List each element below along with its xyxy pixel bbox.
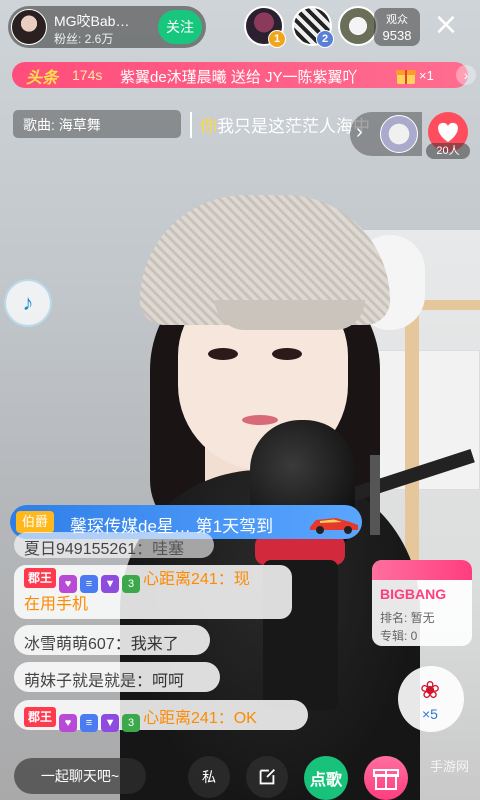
gift-sender-avatar[interactable]	[380, 115, 418, 153]
noble-tag: 郡王	[24, 707, 57, 727]
host-card[interactable]: MG咬Bab… 粉丝: 2.6万 关注	[8, 6, 206, 48]
private-message-button[interactable]: 私	[188, 756, 230, 798]
request-song-button[interactable]: 点歌	[304, 756, 348, 800]
gift-button[interactable]	[364, 756, 408, 800]
chevron-right-icon[interactable]: ›	[456, 65, 476, 85]
chat-text: 呵呵	[152, 673, 185, 690]
streamer-cap-brim	[215, 300, 365, 330]
headline-timer: 174s	[72, 67, 103, 83]
badge-icon: ▼	[101, 575, 120, 593]
chat-user: 夏日949155261	[24, 541, 137, 558]
viewer-count-label: 观众	[386, 14, 408, 26]
level-badge: 3	[122, 575, 141, 593]
gift-icon	[396, 70, 416, 84]
chat-text: 我来了	[130, 636, 179, 653]
mic-stand	[370, 455, 380, 535]
host-fans: 粉丝: 2.6万	[54, 32, 114, 46]
level-badge: 3	[122, 714, 141, 732]
share-button[interactable]	[246, 756, 288, 798]
rank-tag: 伯爵	[16, 511, 55, 533]
song-card-rank: 排名: 暂无	[380, 611, 435, 625]
viewer-count-value: 9538	[382, 28, 412, 43]
song-card-album: 专辑: 0	[380, 629, 418, 643]
watermark-text: 手游网	[430, 759, 470, 774]
chat-text: 在用手机	[24, 596, 89, 613]
chat-separator: ：	[136, 673, 153, 690]
heart-count: 20人	[426, 143, 470, 159]
badge-icon: ♥	[59, 575, 78, 593]
rose-icon: ❀	[420, 677, 441, 704]
headline-banner[interactable]: 头条 174s 紫翼de沐瑾晨曦 送给 JY一陈紫翼吖 ×1 ›	[12, 62, 476, 88]
top-viewer-avatar-2[interactable]: 2	[292, 6, 334, 48]
host-name: MG咬Bab…	[54, 13, 130, 29]
chat-message[interactable]: 夏日949155261：哇塞	[14, 532, 214, 558]
chat-message[interactable]: 萌妹子就是就是：呵呵	[14, 662, 220, 692]
rank-badge-1: 1	[268, 30, 286, 48]
chat-user: 冰雪萌萌607	[24, 636, 115, 653]
song-rank-card-header	[372, 560, 472, 580]
headline-gift-count: ×1	[419, 68, 434, 83]
music-note-icon[interactable]: ♪	[4, 279, 52, 327]
lyrics-rest: 我只是这茫茫人海中	[217, 117, 370, 136]
badge-icon: ♥	[59, 714, 78, 732]
chat-user: 心距离241	[143, 571, 218, 588]
chat-text: 现	[233, 571, 250, 588]
noble-tag: 郡王	[24, 568, 57, 588]
chat-separator: ：	[114, 636, 131, 653]
gift-box-icon	[373, 769, 399, 790]
song-rank-card[interactable]: BIGBANG 排名: 暂无 专辑: 0	[372, 560, 472, 646]
current-song[interactable]: 歌曲: 海草舞	[13, 110, 181, 138]
chat-user: 心距离241	[143, 710, 218, 727]
chat-message[interactable]: 郡王 ♥ ≡ ▼ 3 心距离241：OK	[14, 700, 308, 732]
streamer-eye-left	[208, 348, 238, 360]
chat-text: OK	[233, 710, 257, 727]
headline-message: 紫翼de沐瑾晨曦 送给 JY一陈紫翼吖	[120, 69, 358, 86]
host-avatar[interactable]	[11, 9, 47, 45]
song-card-title: BIGBANG	[380, 586, 447, 602]
recent-gift-senders[interactable]: ›	[350, 112, 422, 156]
private-message-label: 私	[202, 769, 216, 785]
sports-car-icon	[310, 518, 358, 534]
chat-input[interactable]: 一起聊天吧~	[14, 758, 146, 794]
bottom-toolbar: 一起聊天吧~ 私 点歌	[0, 748, 480, 800]
lyrics-highlight: 你	[200, 117, 217, 136]
chat-text: 哇塞	[152, 541, 185, 558]
chat-separator: ：	[217, 571, 234, 588]
headline-tag: 头条	[26, 70, 59, 87]
rank-badge-2: 2	[316, 30, 334, 48]
chat-separator: ：	[217, 710, 234, 727]
watermark: 手游网	[410, 756, 480, 796]
top-viewer-avatar-1[interactable]: 1	[244, 6, 286, 48]
chat-separator: ：	[136, 541, 153, 558]
badge-icon: ≡	[80, 575, 99, 593]
rose-gift-button[interactable]: ❀ ×5	[398, 666, 464, 732]
share-icon	[259, 769, 275, 785]
chat-message[interactable]: 冰雪萌萌607：我来了	[14, 625, 210, 655]
rose-count: ×5	[422, 706, 438, 722]
badge-icon: ≡	[80, 714, 99, 732]
background-easel-bar	[420, 300, 480, 310]
streamer-lips	[242, 415, 278, 425]
chevron-right-icon: ›	[356, 121, 363, 143]
chat-user: 萌妹子就是就是	[24, 673, 137, 690]
follow-button[interactable]: 关注	[158, 10, 202, 44]
chat-message[interactable]: 郡王 ♥ ≡ ▼ 3 心距离241：现 在用手机	[14, 565, 292, 619]
streamer-eye-right	[272, 348, 302, 360]
close-icon[interactable]: ×	[432, 10, 460, 40]
viewer-count-box[interactable]: 观众 9538	[374, 8, 420, 46]
badge-icon: ▼	[101, 714, 120, 732]
top-viewer-avatar-3[interactable]	[338, 6, 378, 46]
